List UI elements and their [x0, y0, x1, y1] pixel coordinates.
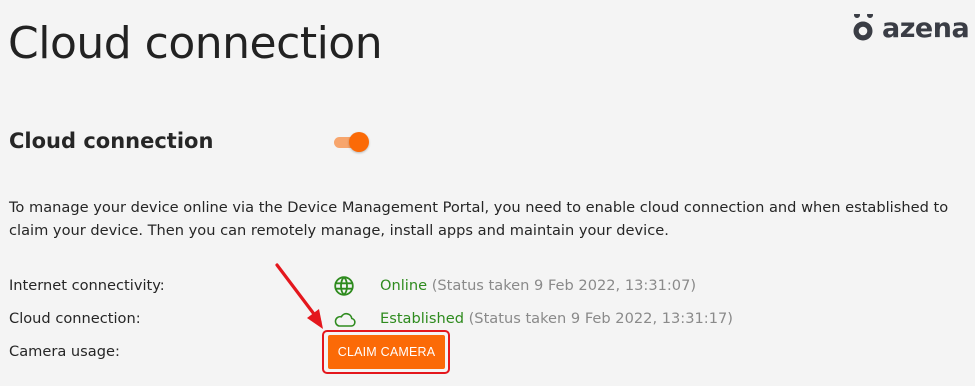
internet-status-value: Online [380, 277, 428, 294]
cloud-status-time: (Status taken 9 Feb 2022, 13:31:17) [468, 310, 733, 327]
section-description: To manage your device online via the Dev… [9, 199, 949, 239]
page-title: Cloud connection [8, 18, 383, 69]
status-row-camera: Camera usage: [0, 338, 975, 366]
internet-status-time: (Status taken 9 Feb 2022, 13:31:07) [431, 277, 697, 294]
internet-status: Online (Status taken 9 Feb 2022, 13:31:0… [380, 272, 696, 300]
cloud-connection-toggle[interactable] [334, 131, 370, 153]
cloud-connection-label: Cloud connection: [9, 310, 141, 327]
internet-connectivity-label: Internet connectivity: [9, 277, 165, 294]
section-heading: Cloud connection [9, 129, 214, 153]
annotation-arrow [275, 263, 323, 329]
brand-logo: azena [850, 13, 970, 44]
brand-name: azena [882, 13, 970, 44]
claim-camera-button[interactable]: CLAIM CAMERA [328, 335, 445, 369]
cloud-icon [333, 308, 356, 330]
globe-icon [333, 275, 355, 297]
cloud-status: Established (Status taken 9 Feb 2022, 13… [380, 305, 733, 333]
cloud-status-value: Established [380, 310, 464, 327]
camera-usage-label: Camera usage: [9, 343, 120, 360]
status-row-internet: Internet connectivity: Online (Status ta… [0, 272, 975, 300]
status-row-cloud: Cloud connection: Established (Status ta… [0, 305, 975, 333]
azena-logo-icon [850, 14, 878, 44]
toggle-knob [349, 132, 369, 152]
